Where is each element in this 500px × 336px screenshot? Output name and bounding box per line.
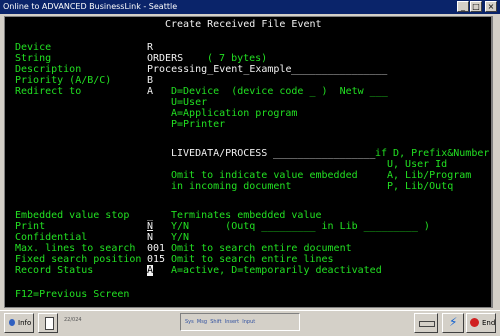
redirect-option-device: D=Device (device code _ ) Netw ___: [171, 86, 388, 97]
embedded-stop-label: Embedded value stop: [15, 210, 130, 221]
max-lines-hint: Omit to search entire document: [171, 243, 352, 254]
indicator-panel: Sys Msg Shift Insert Input: [180, 313, 300, 331]
record-status-field[interactable]: A: [147, 265, 154, 276]
terminal-screen[interactable]: Create Received File Event Device R Stri…: [4, 16, 492, 308]
embedded-stop-field[interactable]: _: [147, 210, 153, 221]
record-status-label: Record Status: [15, 265, 94, 276]
print-field[interactable]: N: [147, 221, 153, 232]
priority-label: Priority (A/B/C): [15, 75, 112, 86]
livedata-hint-1: if D, Prefix&Number: [375, 148, 490, 159]
vertical-scrollbar[interactable]: [492, 16, 500, 308]
redirect-option-user: U=User: [171, 97, 208, 108]
lightning-icon: ⚡: [449, 315, 458, 329]
fixed-position-field[interactable]: 015: [147, 254, 165, 265]
redirect-field[interactable]: A: [147, 86, 153, 97]
redirect-option-application: A=Application program: [171, 108, 298, 119]
window-title: Online to ADVANCED BusinessLink - Seattl…: [3, 2, 178, 11]
print-label: Print: [15, 221, 46, 232]
confidential-field[interactable]: N: [147, 232, 153, 243]
omit-hint-1: A, Lib/Program: [387, 170, 472, 181]
description-field[interactable]: Processing_Event_Example: [147, 64, 292, 75]
function-keys: F12=Previous Screen: [15, 289, 130, 300]
redirect-label: Redirect to: [15, 86, 82, 97]
close-button[interactable]: ×: [485, 1, 497, 12]
info-button[interactable]: Info: [4, 313, 34, 333]
omit-hint-2: P, Lib/Outq: [387, 181, 454, 192]
keyboard-button[interactable]: [414, 313, 438, 333]
omit-text-2: in incoming document: [171, 181, 292, 192]
attention-button[interactable]: ⚡: [442, 313, 464, 333]
embedded-stop-hint: Terminates embedded value: [171, 210, 322, 221]
string-field[interactable]: ORDERS: [147, 53, 183, 64]
description-label: Description: [15, 64, 82, 75]
confidential-hint: Y/N: [171, 232, 190, 243]
maximize-button[interactable]: □: [470, 1, 482, 12]
record-status-hint: A=active, D=temporarily deactivated: [171, 265, 382, 276]
fixed-position-label: Fixed search position: [15, 254, 142, 265]
screen-title: Create Received File Event: [165, 19, 322, 30]
string-bytes: ( 7 bytes): [207, 53, 268, 64]
livedata-field-blank[interactable]: _________________: [273, 148, 375, 159]
end-label: End: [482, 319, 496, 327]
print-hint: Y/N (Outq _________ in Lib _________ ): [171, 221, 430, 232]
end-button[interactable]: End: [466, 313, 496, 333]
status-bar: Info 22/024 Sys Msg Shift Insert Input ⚡…: [0, 310, 500, 336]
omit-text-1: Omit to indicate value embedded: [171, 170, 358, 181]
window-titlebar: Online to ADVANCED BusinessLink - Seattl…: [0, 0, 500, 14]
max-lines-label: Max. lines to search: [15, 243, 136, 254]
info-icon: [9, 319, 15, 326]
priority-field[interactable]: B: [147, 75, 153, 86]
fixed-position-hint: Omit to search entire lines: [171, 254, 334, 265]
livedata-field[interactable]: LIVEDATA/PROCESS: [171, 148, 267, 159]
info-label: Info: [18, 319, 32, 327]
keyboard-icon: [419, 321, 435, 327]
string-label: String: [15, 53, 52, 64]
confidential-label: Confidential: [15, 232, 88, 243]
device-field[interactable]: R: [147, 42, 153, 53]
redirect-option-printer: P=Printer: [171, 119, 226, 130]
cursor-position: 22/024: [64, 317, 82, 323]
livedata-hint-2: U, User Id: [387, 159, 448, 170]
clipboard-button[interactable]: [38, 313, 58, 333]
max-lines-field[interactable]: 001: [147, 243, 165, 254]
description-field-blank[interactable]: ________________: [291, 64, 387, 75]
clipboard-icon: [45, 317, 54, 330]
status-indicators: Sys Msg Shift Insert Input: [185, 319, 256, 325]
minimize-button[interactable]: _: [457, 1, 469, 12]
device-label: Device: [15, 42, 52, 53]
stop-icon: [470, 318, 479, 327]
